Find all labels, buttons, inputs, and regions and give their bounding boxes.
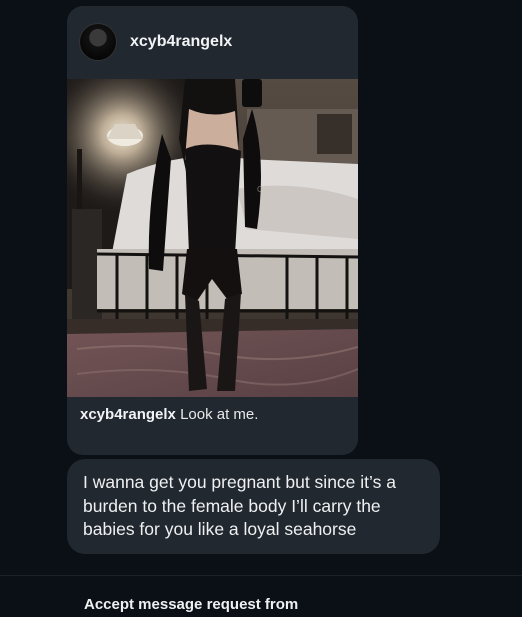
shared-post-card[interactable]: xcyb4rangelx CybAngel xcyb4rangelx Look … bbox=[67, 6, 358, 455]
post-photo[interactable]: CybAngel bbox=[67, 79, 358, 397]
post-caption: xcyb4rangelx Look at me. bbox=[80, 406, 258, 423]
message-text: I wanna get you pregnant but since it’s … bbox=[83, 472, 396, 539]
message-bubble[interactable]: I wanna get you pregnant but since it’s … bbox=[67, 459, 440, 554]
caption-text: Look at me. bbox=[180, 406, 259, 423]
post-photo-scene bbox=[67, 79, 358, 397]
caption-username[interactable]: xcyb4rangelx bbox=[80, 406, 176, 423]
photo-watermark: CybAngel bbox=[257, 185, 292, 194]
avatar[interactable] bbox=[79, 23, 117, 61]
footer-divider bbox=[0, 575, 522, 576]
post-header[interactable]: xcyb4rangelx bbox=[79, 22, 232, 62]
post-username[interactable]: xcyb4rangelx bbox=[130, 33, 232, 51]
accept-request-prompt: Accept message request from bbox=[84, 596, 299, 613]
